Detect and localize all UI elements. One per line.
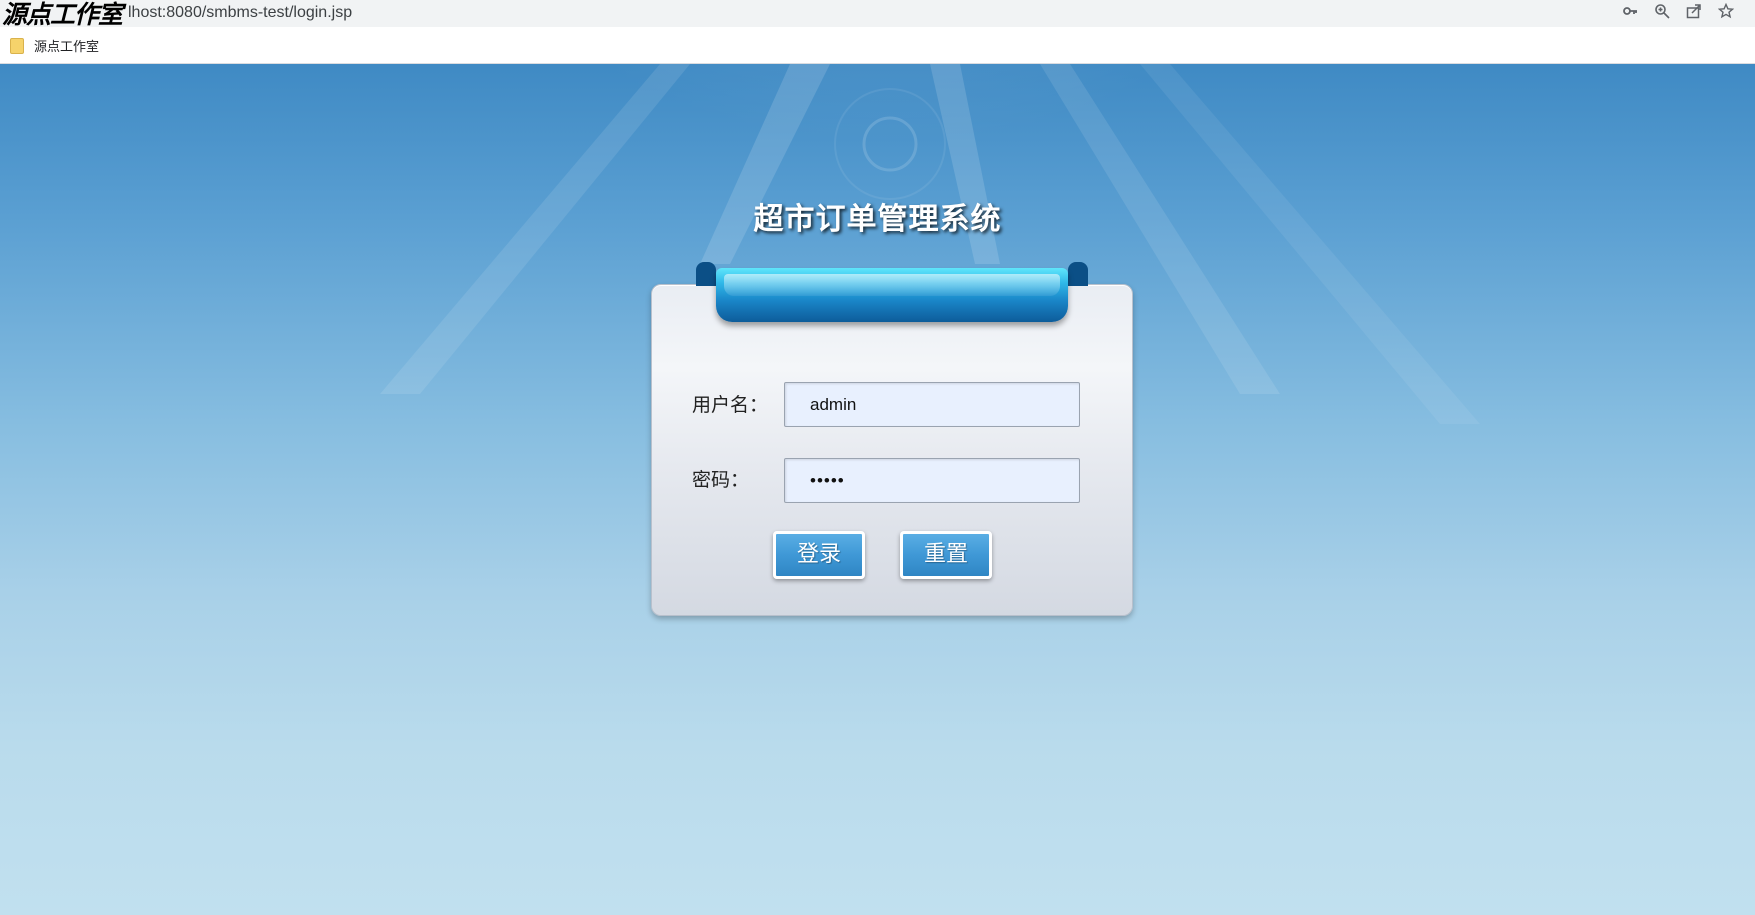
ribbon-main bbox=[716, 268, 1068, 322]
watermark-text: 源点工作室 bbox=[2, 0, 123, 29]
url-text[interactable]: lhost:8080/smbms-test/login.jsp bbox=[128, 3, 352, 23]
key-icon[interactable] bbox=[1621, 3, 1639, 21]
star-icon[interactable] bbox=[1717, 2, 1735, 21]
bookmark-label: 源点工作室 bbox=[34, 40, 100, 55]
browser-address-bar: lhost:8080/smbms-test/login.jsp bbox=[0, 0, 1755, 27]
ribbon-shine bbox=[724, 274, 1060, 296]
reset-button[interactable]: 重置 bbox=[900, 531, 992, 579]
ribbon-fold-right bbox=[1068, 262, 1088, 286]
share-icon[interactable] bbox=[1685, 3, 1703, 21]
username-input[interactable]: admin bbox=[784, 382, 1080, 427]
bookmark-item[interactable]: 源点工作室 bbox=[10, 36, 99, 55]
login-button[interactable]: 登录 bbox=[773, 531, 865, 579]
password-input[interactable]: ••••• bbox=[784, 458, 1080, 503]
system-title: 超市订单管理系统 bbox=[753, 202, 1002, 237]
zoom-icon[interactable] bbox=[1653, 3, 1671, 21]
folder-icon bbox=[10, 37, 24, 54]
bookmarks-bar: 源点工作室 bbox=[0, 27, 1755, 64]
ribbon-fold-left bbox=[696, 262, 716, 286]
login-panel bbox=[651, 284, 1133, 616]
username-label: 用户名： bbox=[692, 394, 769, 416]
password-label: 密码： bbox=[692, 469, 750, 491]
login-panel-ribbon bbox=[696, 262, 1088, 328]
browser-toolbar-icons bbox=[1621, 2, 1735, 21]
